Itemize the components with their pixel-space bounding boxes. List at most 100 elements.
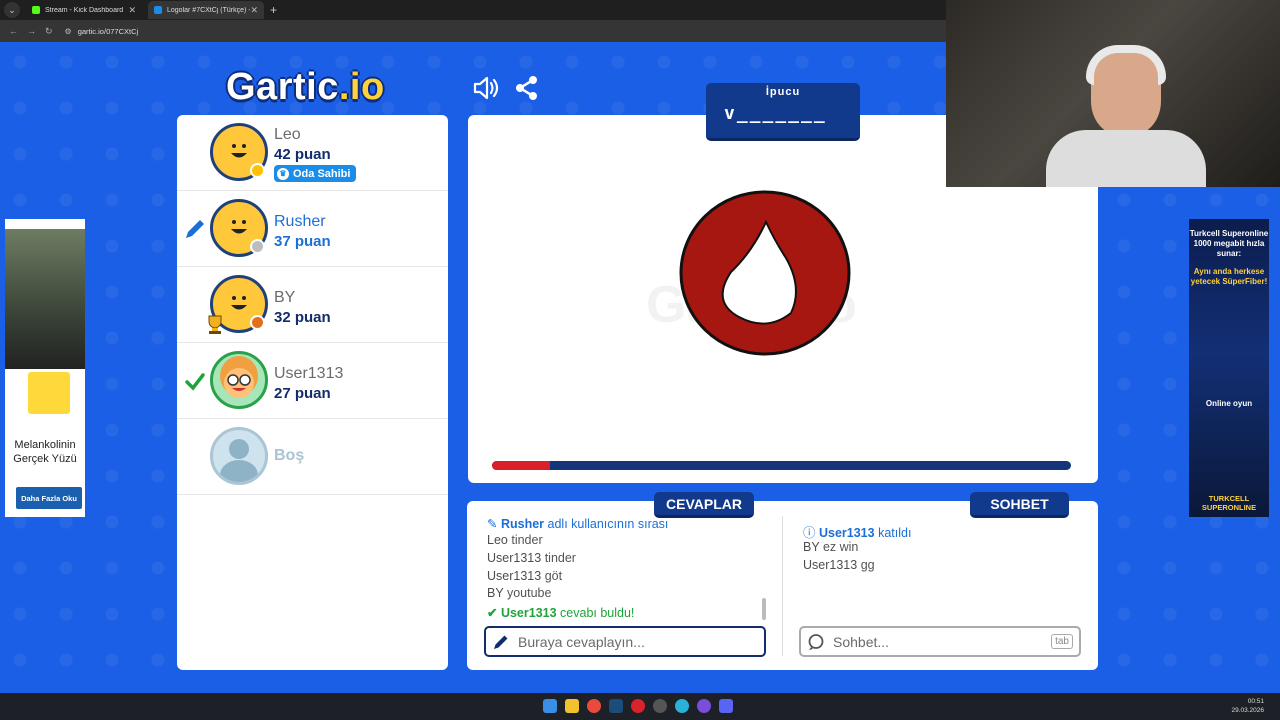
pencil-icon xyxy=(494,635,508,649)
message-user: User1313 xyxy=(803,558,858,572)
info-icon: ⓘ xyxy=(803,526,819,540)
hint-box: İpucu v_______ xyxy=(706,83,860,141)
smiley-face-icon xyxy=(231,296,247,310)
forward-icon[interactable]: → xyxy=(27,26,36,36)
message-text: ez win xyxy=(822,540,859,554)
pikachu-image xyxy=(28,372,70,414)
close-tab-icon[interactable]: ✕ xyxy=(128,5,136,16)
start-icon[interactable] xyxy=(543,699,557,713)
gartic-favicon-icon xyxy=(154,6,162,14)
players-panel: Leo 42 puan ♛ Oda Sahibi Rusher 37 puan B… xyxy=(177,115,448,670)
user-silhouette-icon xyxy=(229,439,249,459)
message-user: BY xyxy=(487,586,504,600)
tab-title: Stream - Kick Dashboard xyxy=(45,6,124,14)
chat-bubble-icon xyxy=(808,633,824,650)
player-row-user1313[interactable]: User1313 27 puan xyxy=(177,343,448,419)
discord-icon[interactable] xyxy=(719,699,733,713)
message-user: Leo xyxy=(487,533,508,547)
answer-message: ✎ Rusher adlı kullanıcının sırası xyxy=(487,516,668,531)
badge-label: Oda Sahibi xyxy=(293,167,351,180)
reload-icon[interactable]: ↻ xyxy=(45,26,53,37)
message-user: User1313 xyxy=(818,526,875,540)
timer-fill xyxy=(492,461,550,470)
avatar xyxy=(210,351,268,409)
ad-slogan: Aynı anda herkese yetecek SüperFiber! xyxy=(1190,267,1268,286)
chrome-icon[interactable] xyxy=(587,699,601,713)
player-score: 32 puan xyxy=(274,309,331,326)
message-user: Rusher xyxy=(500,517,545,531)
tab-key-hint: tab xyxy=(1051,634,1073,649)
room-owner-badge: ♛ Oda Sahibi xyxy=(274,165,357,182)
tab-title: Logolar #7CXtCj (Türkçe) - Gartic xyxy=(167,6,251,14)
player-score: 37 puan xyxy=(274,233,331,250)
browser-tab-gartic[interactable]: Logolar #7CXtCj (Türkçe) - Gartic ✕ xyxy=(148,1,264,19)
smiley-face-icon xyxy=(231,220,247,234)
obs-icon[interactable] xyxy=(653,699,667,713)
speaker-icon[interactable] xyxy=(471,74,499,102)
right-ad-banner[interactable]: Turkcell Superonline 1000 megabit hızla … xyxy=(1189,219,1269,517)
tab-chat[interactable]: SOHBET xyxy=(970,492,1069,518)
tab-search-icon[interactable]: ⌄ xyxy=(4,2,20,18)
system-clock[interactable]: 00:51 29.03.2026 xyxy=(1231,697,1264,715)
player-row-rusher[interactable]: Rusher 37 puan xyxy=(177,191,448,267)
checkmark-icon xyxy=(185,373,205,391)
message-user: User1313 xyxy=(500,606,557,620)
message-text: tinder xyxy=(544,551,576,565)
back-icon[interactable]: ← xyxy=(9,26,18,36)
ad-text: Melankolinin Gerçek Yüzü xyxy=(5,438,85,466)
answer-message: BY youtube xyxy=(487,586,551,600)
chat-input-box[interactable]: tab xyxy=(799,626,1081,657)
drawing-blood-drop xyxy=(679,190,851,356)
smiley-face-icon xyxy=(231,144,247,158)
pencil-icon: ✎ xyxy=(487,517,501,531)
logo-suffix-text: .io xyxy=(338,66,385,108)
ad-read-more-button[interactable]: Daha Fazla Oku xyxy=(16,487,82,509)
checkmark-icon: ✔ xyxy=(487,606,501,620)
site-info-icon[interactable]: ⚙ xyxy=(65,27,72,36)
logo-main-text: Gartic xyxy=(226,66,339,108)
player-name: Leo xyxy=(274,126,301,143)
webcam-overlay xyxy=(946,0,1280,187)
answer-message: ✔ User1313 cevabı buldu! xyxy=(487,605,634,620)
chat-input[interactable] xyxy=(833,633,1033,650)
new-tab-icon[interactable]: + xyxy=(270,3,277,17)
player-name: User1313 xyxy=(274,365,344,382)
browser-tab-kick[interactable]: Stream - Kick Dashboard ✕ xyxy=(26,1,142,19)
answer-input-box[interactable] xyxy=(484,626,766,657)
message-user: User1313 xyxy=(487,551,542,565)
player-name: Rusher xyxy=(274,213,326,230)
message-text: cevabı buldu! xyxy=(560,606,635,620)
message-text: katıldı xyxy=(878,526,912,540)
message-text: adlı kullanıcının sırası xyxy=(547,517,669,531)
tab-answers[interactable]: CEVAPLAR xyxy=(654,492,754,518)
empty-slot-label: Boş xyxy=(274,447,305,464)
streamer-shirt xyxy=(1046,130,1206,187)
opera-icon[interactable] xyxy=(631,699,645,713)
answer-message: Leo tinder xyxy=(487,533,543,547)
url-field[interactable]: ⚙ gartic.io/077CXtCj xyxy=(65,27,139,36)
player-row-leo[interactable]: Leo 42 puan ♛ Oda Sahibi xyxy=(177,115,448,191)
ad-online-text: Online oyun xyxy=(1205,399,1253,408)
close-tab-icon[interactable]: ✕ xyxy=(250,5,258,16)
file-explorer-icon[interactable] xyxy=(565,699,579,713)
left-ad-banner[interactable]: Melankolinin Gerçek Yüzü Daha Fazla Oku xyxy=(5,219,85,517)
player-row-by[interactable]: BY 32 puan xyxy=(177,267,448,343)
message-text: tinder xyxy=(511,533,543,547)
answers-scrollbar[interactable] xyxy=(762,598,766,620)
steam-icon[interactable] xyxy=(609,699,623,713)
crown-icon: ♛ xyxy=(277,167,289,180)
chat-message: User1313 gg xyxy=(803,558,875,572)
answer-input[interactable] xyxy=(518,633,718,650)
message-text: youtube xyxy=(506,586,552,600)
share-icon[interactable] xyxy=(513,74,541,102)
edge-icon[interactable] xyxy=(675,699,689,713)
trophy-icon xyxy=(208,315,222,334)
chat-message: ⓘ User1313 katıldı xyxy=(803,522,911,541)
round-timer-bar xyxy=(492,461,1071,470)
empty-avatar xyxy=(210,427,268,485)
chat-divider xyxy=(782,516,783,656)
app-icon[interactable] xyxy=(697,699,711,713)
message-user: User1313 xyxy=(487,569,542,583)
clock-time: 00:51 xyxy=(1247,698,1264,705)
status-dot xyxy=(250,239,265,254)
